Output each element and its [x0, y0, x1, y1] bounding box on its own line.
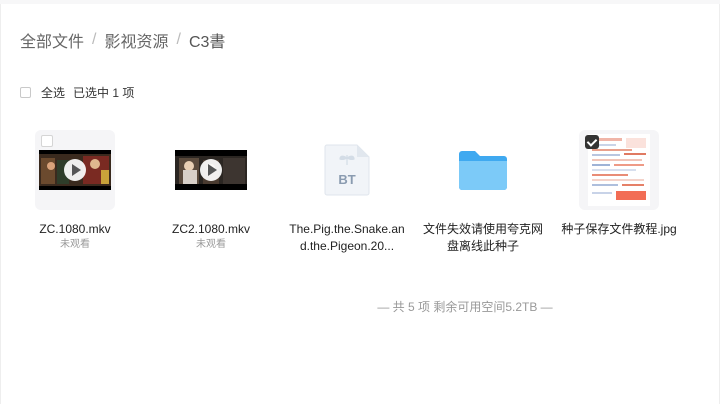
file-name[interactable]: 文件失效请使用夸克网盘离线此种子: [421, 221, 545, 255]
file-name[interactable]: ZC2.1080.mkv: [149, 221, 273, 238]
folder-thumbnail[interactable]: [443, 130, 523, 210]
watch-status: 未观看: [196, 239, 226, 250]
file-item[interactable]: 种子保存文件教程.jpg: [557, 130, 681, 238]
breadcrumb-root[interactable]: 全部文件: [20, 28, 84, 52]
storage-summary: — 共 5 项 剩余可用空间5.2TB —: [377, 300, 553, 314]
bt-file-icon: BT: [324, 144, 370, 196]
bt-label: BT: [338, 172, 355, 187]
play-icon: [200, 159, 222, 181]
play-icon: [64, 159, 86, 181]
file-item[interactable]: ZC.1080.mkv 未观看: [13, 130, 137, 251]
breadcrumb-separator: /: [176, 31, 181, 48]
file-item[interactable]: BT The.Pig.the.Snake.and.the.Pigeon.20..…: [285, 130, 409, 255]
file-item[interactable]: ZC2.1080.mkv 未观看: [149, 130, 273, 251]
selected-check-icon[interactable]: [585, 135, 599, 149]
video-thumbnail[interactable]: [171, 130, 251, 210]
breadcrumb-parent[interactable]: 影视资源: [104, 28, 168, 52]
video-frame: [39, 150, 111, 190]
breadcrumb-current: C3書: [188, 34, 226, 51]
select-all-label[interactable]: 全选: [41, 84, 65, 101]
breadcrumb: 全部文件 / 影视资源 / C3書: [20, 28, 225, 52]
file-name[interactable]: The.Pig.the.Snake.and.the.Pigeon.20...: [285, 221, 409, 255]
selected-count: 已选中 1 项: [73, 86, 135, 100]
item-checkbox[interactable]: [41, 135, 53, 147]
file-name[interactable]: ZC.1080.mkv: [13, 221, 137, 238]
image-thumbnail[interactable]: [579, 130, 659, 210]
folder-icon: [459, 151, 507, 190]
video-frame: [175, 150, 247, 190]
watch-status: 未观看: [60, 239, 90, 250]
selection-bar: 全选 已选中 1 项: [20, 84, 134, 101]
select-all-checkbox[interactable]: [20, 87, 31, 98]
file-grid: ZC.1080.mkv 未观看 ZC2.1080.mkv 未观看 BT The.…: [0, 130, 724, 270]
top-bar: [0, 0, 720, 4]
file-item[interactable]: 文件失效请使用夸克网盘离线此种子: [421, 130, 545, 255]
bt-file-thumbnail[interactable]: BT: [307, 130, 387, 210]
file-name[interactable]: 种子保存文件教程.jpg: [557, 221, 681, 238]
video-thumbnail[interactable]: [35, 130, 115, 210]
breadcrumb-separator: /: [92, 31, 97, 48]
